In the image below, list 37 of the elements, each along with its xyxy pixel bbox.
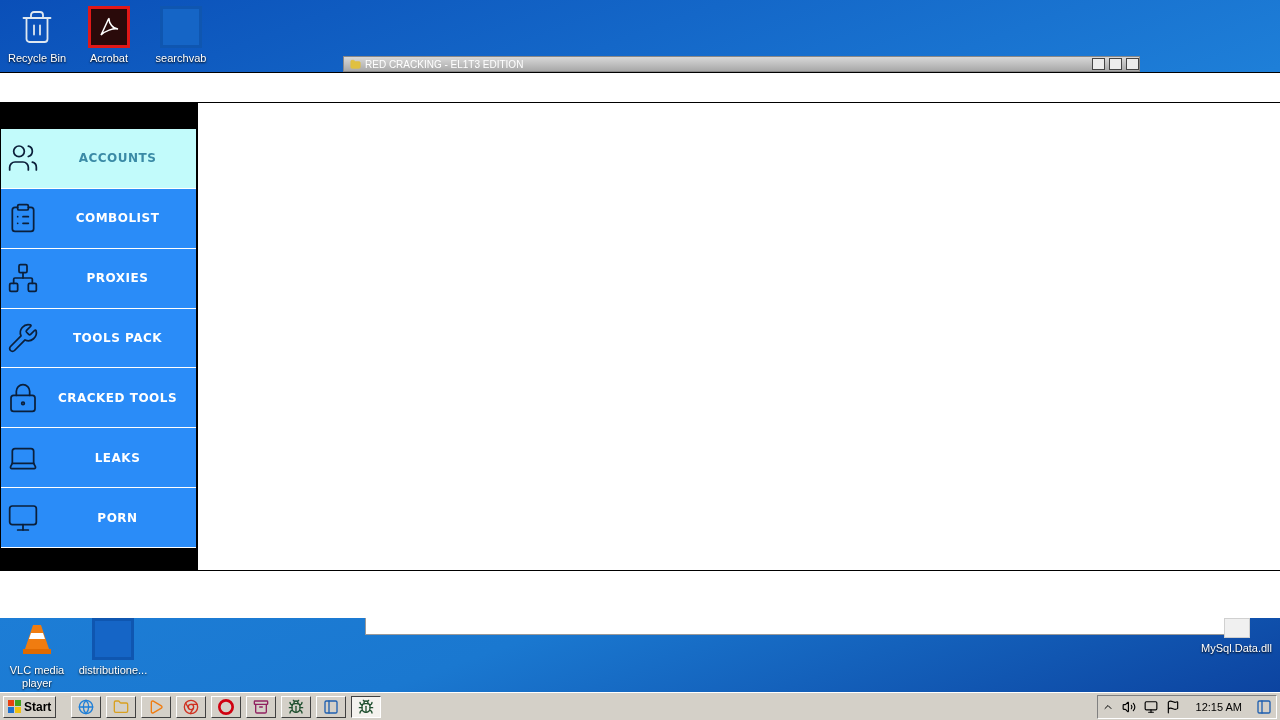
show-desktop-icon[interactable] [1256, 698, 1272, 715]
archive-icon [253, 698, 270, 715]
volume-icon[interactable] [1121, 699, 1136, 714]
wrench-icon [7, 322, 39, 354]
chrome-icon [183, 698, 200, 715]
window-title: RED CRACKING - EL1T3 EDITION [365, 58, 525, 70]
flag-icon[interactable] [1165, 699, 1180, 714]
bug-icon [288, 698, 305, 715]
ring-icon [218, 698, 235, 715]
folder-icon [113, 698, 130, 715]
close-button[interactable] [1126, 58, 1139, 70]
window-icon [323, 698, 340, 715]
desktop-icon-label: Recycle Bin [7, 52, 67, 65]
minimize-button[interactable] [1092, 58, 1105, 70]
browser-icon [78, 698, 95, 715]
sidebar-item[interactable]: TOOLS PACK [1, 308, 196, 369]
sidebar-item[interactable]: PORN [1, 488, 196, 548]
bug-icon [358, 698, 375, 715]
sidebar-item[interactable]: LEAKS [1, 428, 196, 489]
desktop-icon-label: searchvab [155, 52, 207, 65]
start-button[interactable]: Start [3, 695, 57, 718]
taskbar-button[interactable] [351, 695, 382, 718]
windows-logo-icon [8, 699, 22, 714]
desktop-icon-label: MySql.Data.dll [1201, 642, 1272, 655]
play-icon [148, 698, 165, 715]
desktop-icon-label: VLC media player [8, 664, 66, 690]
sidebar-item[interactable]: CRACKED TOOLS [1, 368, 196, 429]
sidebar-item[interactable]: COMBOLIST [1, 188, 196, 249]
folder-icon [350, 58, 361, 70]
clock: 12:15 AM [1195, 700, 1242, 713]
sidebar-item[interactable]: PROXIES [1, 248, 196, 309]
lock-icon [7, 381, 39, 414]
desktop-icon-label: Acrobat [90, 52, 128, 65]
sidebar-item[interactable]: ACCOUNTS [1, 129, 196, 189]
maximize-button[interactable] [1109, 58, 1122, 70]
desktop-icon-label: distributione... [78, 664, 148, 677]
acrobat-icon[interactable] [88, 6, 130, 48]
